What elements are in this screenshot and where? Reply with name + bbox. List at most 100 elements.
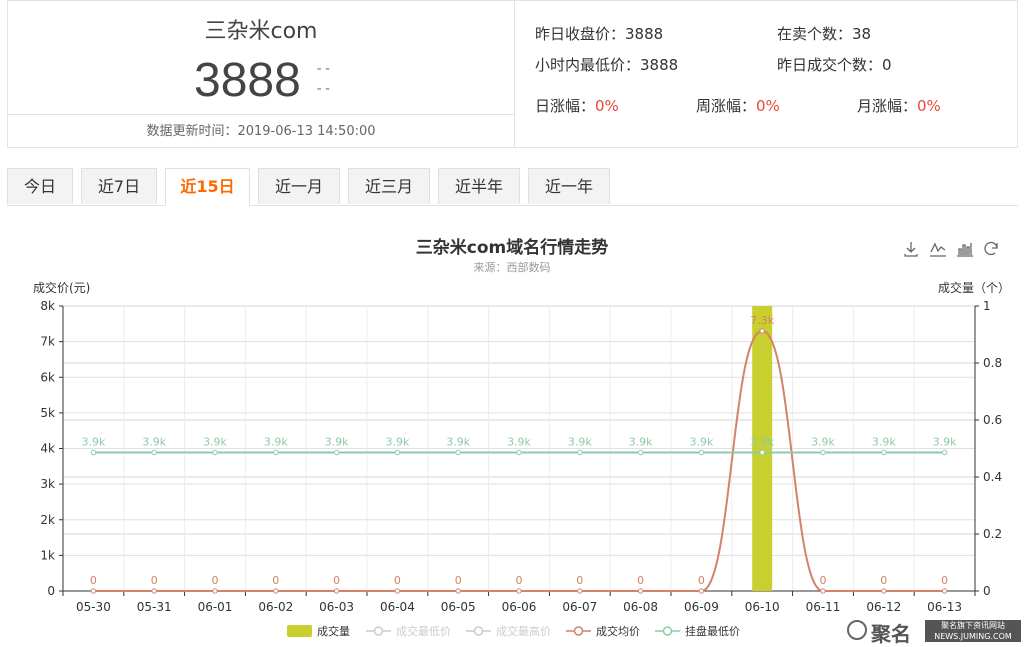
point-avg-price — [394, 588, 401, 594]
point-avg-price — [151, 588, 157, 594]
point-listing-min-price — [759, 449, 765, 456]
legend-label-avg-price: 成交均价 — [596, 624, 640, 638]
point-listing-min-price — [698, 449, 705, 456]
point-avg-price — [759, 328, 765, 334]
watermark-line1: 聚名旗下资讯网站 — [941, 621, 1005, 630]
y-right-tick-label: 0.4 — [983, 470, 1002, 484]
data-label-listing-min-price: 3.9k — [811, 435, 835, 448]
data-label-avg-price: 0 — [880, 574, 887, 587]
x-tick-label: 06-08 — [623, 600, 658, 614]
point-avg-price — [637, 588, 644, 594]
y-right-tick-label: 0 — [983, 584, 991, 598]
y-left-tick-label: 2k — [40, 513, 55, 527]
data-label-avg-price: 0 — [820, 574, 827, 587]
point-listing-min-price — [577, 449, 583, 456]
data-label-avg-price: 0 — [576, 574, 583, 587]
data-label-avg-price: 0 — [394, 574, 401, 587]
data-label-listing-min-price: 3.9k — [629, 435, 653, 448]
point-listing-min-price — [941, 449, 948, 456]
point-listing-min-price — [394, 449, 401, 456]
point-avg-price — [881, 588, 887, 594]
y-right-tick-label: 0.8 — [983, 356, 1002, 370]
legend-marker-min-deal-price — [373, 626, 384, 636]
x-tick-label: 06-02 — [258, 600, 293, 614]
data-label-avg-price: 0 — [516, 574, 523, 587]
x-tick-label: 06-10 — [745, 600, 780, 614]
point-listing-min-price — [212, 449, 218, 456]
data-label-listing-min-price: 3.9k — [933, 435, 957, 448]
point-listing-min-price — [820, 449, 826, 456]
x-tick-label: 05-31 — [137, 600, 172, 614]
data-label-avg-price: 0 — [698, 574, 705, 587]
y-left-tick-label: 3k — [40, 477, 55, 491]
x-tick-label: 06-06 — [502, 600, 537, 614]
y-right-tick-label: 0.6 — [983, 413, 1002, 427]
legend-label-max-deal-price: 成交最高价 — [496, 624, 551, 638]
data-label-avg-price: 0 — [333, 574, 340, 587]
data-label-listing-min-price: 3.9k — [872, 435, 896, 448]
data-label-listing-min-price: 3.9k — [446, 435, 470, 448]
point-listing-min-price — [273, 449, 279, 456]
data-label-avg-price: 0 — [455, 574, 462, 587]
legend-label-min-deal-price: 成交最低价 — [396, 624, 451, 638]
point-avg-price — [941, 588, 948, 594]
price-trend-chart: 0 1k 2k 3k 4k 5k 6k 7k 8k 0 0.2 0.4 0.6 0.8 1 05-30 05-3… — [40, 299, 1002, 638]
x-tick-label: 06-07 — [562, 600, 597, 614]
data-label-avg-price: 0 — [272, 574, 279, 587]
x-tick-label: 06-13 — [927, 600, 962, 614]
x-tick-label: 06-12 — [866, 600, 901, 614]
point-avg-price — [516, 588, 522, 594]
point-avg-price — [577, 588, 583, 594]
point-listing-min-price — [455, 449, 461, 456]
y-right-tick-label: 1 — [983, 299, 991, 313]
point-listing-min-price — [881, 449, 887, 456]
data-label-avg-price: 0 — [151, 574, 158, 587]
point-avg-price — [455, 588, 461, 594]
watermark-box: 聚名旗下资讯网站 NEWS.JUMING.COM — [925, 620, 1021, 642]
x-tick-label: 06-11 — [806, 600, 841, 614]
juming-logo-icon — [847, 620, 867, 640]
watermark-brand: 聚名 — [871, 622, 911, 646]
legend-label-listing-min-price: 挂盘最低价 — [685, 624, 740, 638]
y-left-tick-label: 5k — [40, 406, 55, 420]
data-label-avg-price: 7.3k — [750, 314, 774, 327]
y-right-tick-label: 0.2 — [983, 527, 1002, 541]
point-listing-min-price — [516, 449, 522, 456]
data-label-listing-min-price: 3.9k — [81, 435, 105, 448]
point-avg-price — [698, 588, 705, 594]
x-tick-label: 05-30 — [76, 600, 111, 614]
legend-label-volume: 成交量 — [317, 624, 350, 638]
point-listing-min-price — [90, 449, 97, 456]
y-left-tick-label: 0 — [47, 584, 55, 598]
y-left-tick-label: 1k — [40, 548, 55, 562]
data-label-listing-min-price: 3.9k — [507, 435, 531, 448]
point-avg-price — [273, 588, 279, 594]
data-label-listing-min-price: 3.9k — [568, 435, 592, 448]
data-label-listing-min-price: 3.9k — [689, 435, 713, 448]
legend-marker-avg-price — [573, 626, 584, 636]
x-tick-label: 06-04 — [380, 600, 415, 614]
y-left-tick-label: 8k — [40, 299, 55, 313]
x-tick-label: 06-03 — [319, 600, 354, 614]
data-label-listing-min-price: 3.9k — [203, 435, 227, 448]
watermark-line2: NEWS.JUMING.COM — [934, 632, 1012, 641]
data-label-listing-min-price: 3.9k — [385, 435, 409, 448]
data-label-avg-price: 0 — [90, 574, 97, 587]
point-avg-price — [212, 588, 218, 594]
y-left-tick-label: 6k — [40, 370, 55, 384]
y-left-tick-label: 7k — [40, 335, 55, 349]
x-tick-label: 06-09 — [684, 600, 719, 614]
point-avg-price — [820, 588, 826, 594]
data-label-listing-min-price: 3.9k — [264, 435, 288, 448]
juming-watermark: 聚名 聚名旗下资讯网站 NEWS.JUMING.COM — [847, 618, 1023, 646]
x-tick-label: 06-05 — [441, 600, 476, 614]
legend-marker-listing-min-price — [662, 626, 673, 636]
data-label-avg-price: 0 — [212, 574, 219, 587]
bar-volume — [752, 306, 773, 591]
point-avg-price — [333, 588, 340, 594]
data-label-listing-min-price: 3.9k — [750, 435, 774, 448]
legend-marker-max-deal-price — [473, 626, 484, 636]
point-listing-min-price — [637, 449, 644, 456]
y-left-tick-label: 4k — [40, 442, 55, 456]
point-listing-min-price — [151, 449, 157, 456]
